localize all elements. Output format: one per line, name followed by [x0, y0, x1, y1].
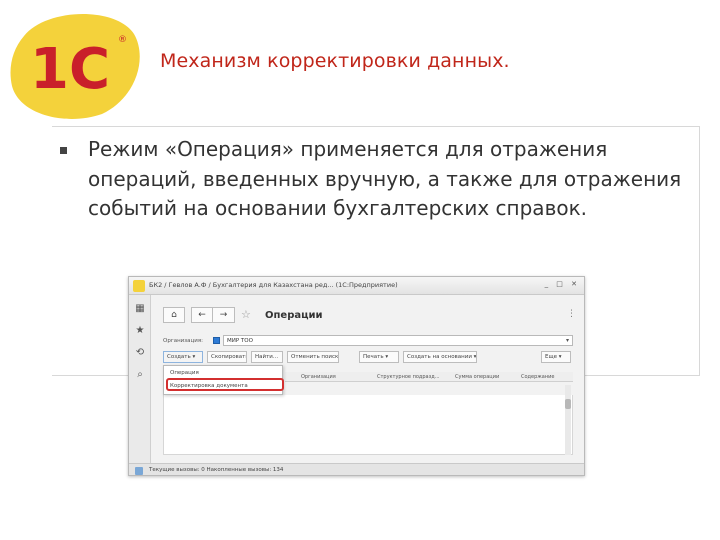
- bullet-marker: [60, 147, 67, 154]
- window-title: БК2 / Гевлов А.Ф / Бухгалтерия для Казах…: [149, 281, 398, 289]
- window-controls[interactable]: _ □ ✕: [545, 280, 580, 288]
- cancel-search-button[interactable]: Отменить поиск: [287, 351, 339, 363]
- column-header[interactable]: Структурное подразд...: [377, 374, 440, 380]
- forward-button[interactable]: →: [213, 307, 235, 323]
- window-titlebar: БК2 / Гевлов А.Ф / Бухгалтерия для Казах…: [129, 277, 584, 295]
- form-title: Операции: [265, 310, 323, 321]
- table-body[interactable]: [163, 395, 573, 455]
- status-icon: [135, 467, 143, 475]
- chevron-down-icon[interactable]: ▾: [566, 336, 569, 346]
- star-icon[interactable]: ★: [134, 325, 146, 337]
- history-icon[interactable]: ⟲: [134, 347, 146, 359]
- column-header[interactable]: Сумма операции: [455, 374, 499, 380]
- favorite-icon[interactable]: ☆: [241, 308, 251, 321]
- highlight-frame: [166, 378, 284, 391]
- toolbar: Создать ▾ Скопировать Найти... Отменить …: [163, 351, 579, 364]
- status-text: Текущие вызовы: 0 Накопленные вызовы: 13…: [149, 467, 284, 473]
- table-header: Организация Структурное подразд... Сумма…: [285, 372, 573, 382]
- scrollbar[interactable]: [565, 385, 571, 455]
- create-button[interactable]: Создать ▾: [163, 351, 203, 363]
- more-button[interactable]: Еще ▾: [541, 351, 571, 363]
- sidebar: ▦ ★ ⟲ ⌕: [129, 295, 151, 463]
- more-icon[interactable]: ⋮: [567, 309, 576, 319]
- slide-title: Механизм корректировки данных.: [160, 50, 510, 72]
- print-button[interactable]: Печать ▾: [359, 351, 399, 363]
- org-value: МИР ТОО: [227, 338, 253, 344]
- scrollbar-thumb[interactable]: [565, 399, 571, 409]
- column-header[interactable]: Содержание: [521, 374, 554, 380]
- body-text: Режим «Операция» применяется для отражен…: [88, 137, 682, 220]
- svg-text:1С: 1С: [30, 37, 110, 102]
- column-header[interactable]: Организация: [301, 374, 336, 380]
- svg-text:®: ®: [118, 35, 127, 45]
- find-button[interactable]: Найти...: [251, 351, 283, 363]
- org-checkbox[interactable]: [213, 337, 220, 344]
- apps-icon[interactable]: ▦: [134, 303, 146, 315]
- copy-button[interactable]: Скопировать: [207, 351, 247, 363]
- 1c-logo: 1С ®: [10, 13, 140, 119]
- app-logo-icon: [133, 280, 145, 292]
- back-button[interactable]: ←: [191, 307, 213, 323]
- home-button[interactable]: ⌂: [163, 307, 185, 323]
- menu-item-operation[interactable]: Операция: [170, 370, 199, 376]
- org-label: Организация:: [163, 338, 204, 344]
- org-field[interactable]: МИР ТОО ▾: [223, 335, 573, 346]
- app-window: БК2 / Гевлов А.Ф / Бухгалтерия для Казах…: [128, 276, 585, 476]
- status-bar: Текущие вызовы: 0 Накопленные вызовы: 13…: [129, 463, 584, 475]
- create-based-on-button[interactable]: Создать на основании ▾: [403, 351, 477, 363]
- search-icon[interactable]: ⌕: [134, 369, 146, 381]
